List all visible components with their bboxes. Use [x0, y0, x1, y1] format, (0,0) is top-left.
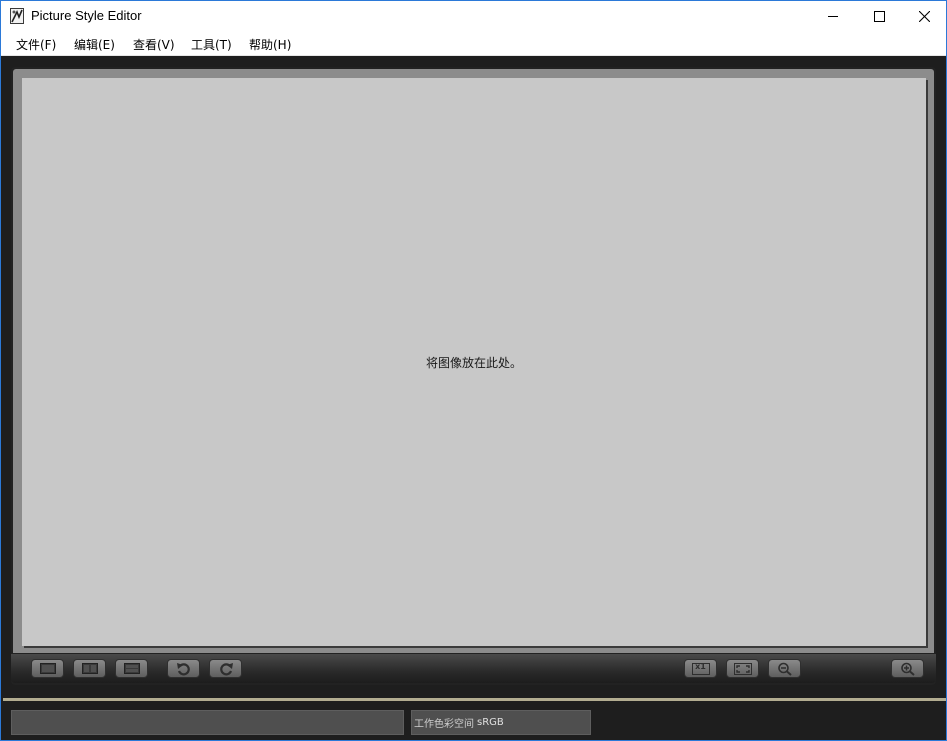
title-bar: Picture Style Editor — [1, 1, 946, 31]
zoom-in-icon — [900, 662, 915, 676]
maximize-button[interactable] — [856, 1, 902, 31]
single-view-button[interactable] — [31, 659, 64, 678]
status-info-field — [11, 710, 404, 735]
menu-help[interactable]: 帮助(H) — [249, 36, 291, 53]
zoom-1x-label: x1 — [695, 662, 706, 671]
image-drop-area[interactable]: 将图像放在此处。 — [22, 78, 926, 646]
menu-view[interactable]: 查看(V) — [133, 36, 175, 53]
zoom-out-icon — [777, 662, 792, 676]
top-bottom-view-icon — [123, 663, 140, 674]
color-space-field: 工作色彩空间 sRGB — [411, 710, 591, 735]
zoom-1x-button[interactable]: x1 — [684, 659, 717, 678]
menu-tools[interactable]: 工具(T) — [191, 36, 232, 53]
fit-screen-icon — [733, 662, 752, 675]
color-space-label: 工作色彩空间 — [414, 719, 474, 730]
close-icon — [918, 10, 930, 22]
app-window: Picture Style Editor 文件(F) 编辑(E) 查看(V) 工… — [0, 0, 947, 741]
menu-file[interactable]: 文件(F) — [16, 36, 56, 53]
image-panel: 将图像放在此处。 x1 — [11, 67, 936, 685]
app-logo-icon — [10, 8, 24, 24]
window-title: Picture Style Editor — [31, 8, 142, 23]
minimize-icon — [827, 15, 838, 17]
zoom-in-button[interactable] — [891, 659, 924, 678]
drop-hint-text: 将图像放在此处。 — [425, 356, 522, 370]
top-bottom-view-button[interactable] — [115, 659, 148, 678]
rotate-left-icon — [176, 662, 190, 675]
fit-screen-button[interactable] — [726, 659, 759, 678]
zoom-out-button[interactable] — [768, 659, 801, 678]
color-space-value: sRGB — [477, 717, 504, 728]
close-button[interactable] — [901, 1, 946, 31]
minimize-button[interactable] — [810, 1, 856, 31]
view-toolbar: x1 — [11, 654, 936, 683]
maximize-icon — [873, 10, 885, 22]
single-view-icon — [39, 663, 56, 674]
rotate-right-button[interactable] — [209, 659, 242, 678]
side-by-side-view-icon — [81, 663, 98, 674]
menu-bar: 文件(F) 编辑(E) 查看(V) 工具(T) 帮助(H) — [1, 31, 946, 56]
side-by-side-view-button[interactable] — [73, 659, 106, 678]
menu-edit[interactable]: 编辑(E) — [74, 36, 115, 53]
status-divider — [3, 698, 946, 701]
rotate-left-button[interactable] — [167, 659, 200, 678]
rotate-right-icon — [219, 662, 233, 675]
